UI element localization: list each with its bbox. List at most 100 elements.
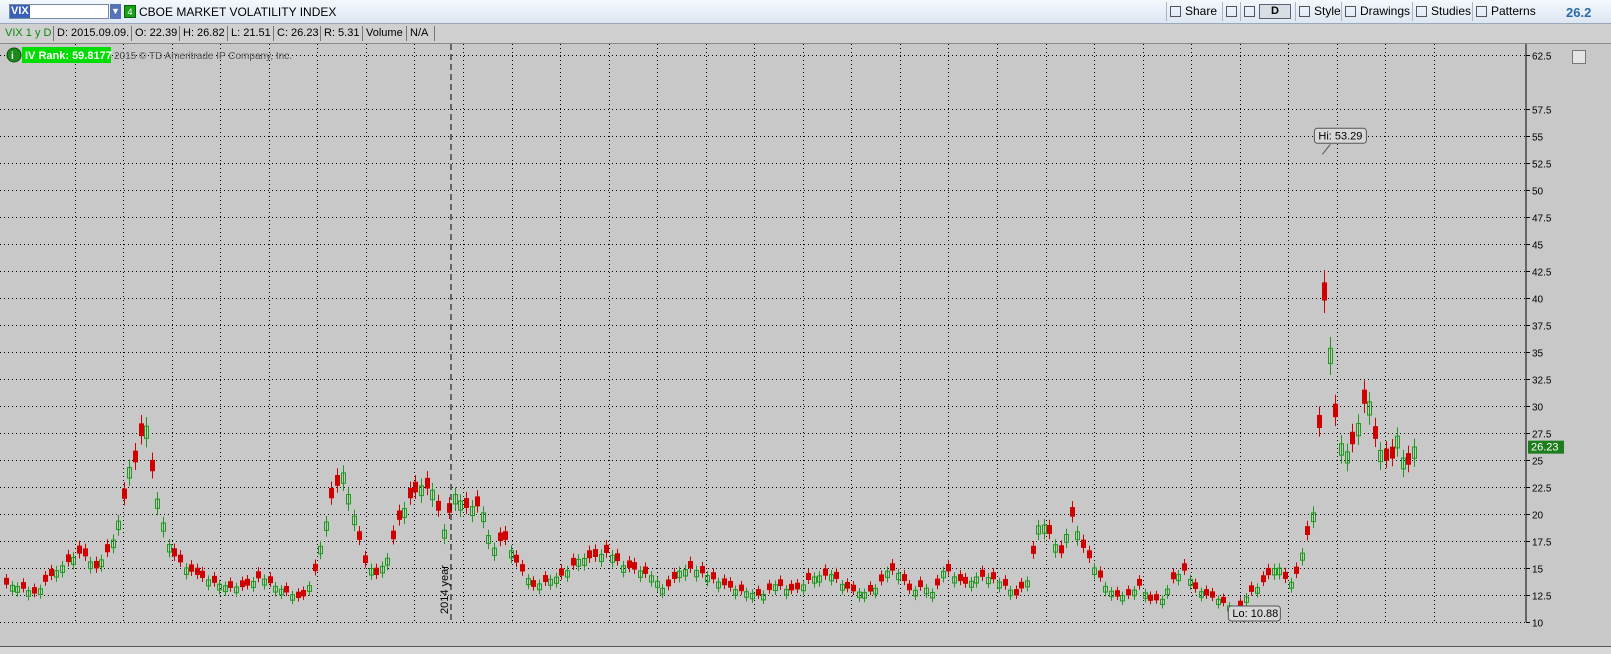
candle-body <box>1031 545 1036 554</box>
candle-body <box>1384 448 1389 461</box>
share-icon <box>1170 6 1181 17</box>
drawings-button[interactable]: Drawings <box>1341 2 1413 21</box>
y-tick-label: 57.5 <box>1532 106 1552 117</box>
candle-body <box>531 580 536 587</box>
candle-body <box>4 577 9 585</box>
drawings-label: Drawings <box>1360 4 1411 18</box>
candle-body <box>543 575 548 582</box>
candle-body <box>1171 572 1176 580</box>
candle-body <box>728 580 733 588</box>
candle-body <box>228 581 233 588</box>
candle-body <box>902 574 907 582</box>
candle-body <box>890 563 895 571</box>
candle-body <box>212 575 217 583</box>
candle-body <box>498 532 503 542</box>
hi-label: Hi: 53.29 <box>1318 130 1362 142</box>
open-label: O: 22.39 <box>132 26 180 41</box>
candle-body <box>643 566 648 574</box>
candle-body <box>1322 282 1327 301</box>
candle-body <box>1137 578 1142 586</box>
last-price: 26.2 <box>1566 5 1592 20</box>
candle-body <box>83 548 88 557</box>
candle-body <box>1019 581 1024 589</box>
candle-body <box>1249 585 1254 592</box>
candle-body <box>189 564 194 572</box>
studies-button[interactable]: Studies <box>1412 2 1474 21</box>
style-button[interactable]: Style <box>1295 2 1344 21</box>
wrench-icon <box>1244 6 1255 17</box>
volume-label: Volume <box>363 26 407 41</box>
candle-body <box>77 545 82 554</box>
studies-label: Studies <box>1431 4 1472 18</box>
candle-body <box>1193 582 1198 590</box>
patterns-button[interactable]: Patterns <box>1472 2 1539 21</box>
y-axis: 10 12.5 15 17.5 20 22.5 25 27.5 30 32.5 35 37.5 40 42… <box>1526 52 1552 630</box>
candle-body <box>587 550 592 559</box>
candle-body <box>1115 590 1120 597</box>
candle-body <box>1154 594 1159 601</box>
candle-body <box>21 582 26 589</box>
candle-body <box>172 548 177 557</box>
top-toolbar: VIX ▼ 4 CBOE MARKET VOLATILITY INDEX Sha… <box>0 0 1611 24</box>
plot-area <box>0 44 1525 622</box>
period-label[interactable]: VIX 1 y D <box>2 26 54 41</box>
candle-body <box>834 571 839 579</box>
y-tick-label: 17.5 <box>1532 538 1552 549</box>
y-tick-label: 40 <box>1532 295 1544 306</box>
price-badge-label: 26.23 <box>1531 442 1559 454</box>
symbol-link-badge[interactable]: 4 <box>124 5 136 18</box>
y-tick-label: 30 <box>1532 403 1544 414</box>
candle-body <box>200 570 205 578</box>
candle-body <box>475 496 480 507</box>
candle-body <box>329 487 334 499</box>
candle-body <box>150 459 155 472</box>
candle-body <box>1003 578 1008 586</box>
share-button[interactable]: Share <box>1166 2 1220 21</box>
candle-body <box>1014 589 1019 596</box>
candle-body <box>245 578 250 586</box>
gear-button[interactable] <box>1222 2 1239 21</box>
copyright-label: 2015 © TD Ameritrade IP Company, Inc. <box>114 51 292 62</box>
close-label: C: 26.23 <box>274 26 321 41</box>
candle-body <box>672 571 677 580</box>
candle-body <box>795 582 800 590</box>
patterns-label: Patterns <box>1491 4 1536 18</box>
candle-body <box>43 574 48 582</box>
candle-body <box>1317 414 1322 429</box>
candle-body <box>632 562 637 570</box>
candle-body <box>991 572 996 580</box>
y-tick-label: 62.5 <box>1532 52 1552 63</box>
price-chart[interactable]: 10 12.5 15 17.5 20 22.5 25 27.5 30 32.5 35 37.5 40 42… <box>0 44 1611 644</box>
candle-body <box>240 580 245 588</box>
symbol-input[interactable]: VIX <box>9 4 109 19</box>
candle-body <box>1059 545 1064 554</box>
info-icon: i <box>11 51 14 62</box>
candle-body <box>868 584 873 592</box>
candle-body <box>1261 575 1266 583</box>
candle-body <box>133 450 138 463</box>
candle-body <box>1210 591 1215 598</box>
candle-body <box>374 567 379 575</box>
candle-body <box>958 574 963 582</box>
candle-body <box>301 590 306 597</box>
candle-body <box>980 569 985 577</box>
candle-body <box>711 572 716 580</box>
candle-body <box>1098 570 1103 578</box>
candle-body <box>268 576 273 584</box>
candle-body <box>1204 589 1209 596</box>
wrench-button[interactable] <box>1240 2 1257 21</box>
y-tick-label: 32.5 <box>1532 376 1552 387</box>
candle-body <box>514 554 519 563</box>
candle-body <box>284 585 289 593</box>
candle-body <box>1283 571 1288 579</box>
y-tick-label: 47.5 <box>1532 214 1552 225</box>
iv-rank-badge[interactable]: i IV Rank: 59.8177 <box>6 47 112 63</box>
candle-body <box>1266 567 1271 576</box>
candle-body <box>1081 539 1086 548</box>
candle-body <box>907 583 912 591</box>
aggregation-button[interactable]: D <box>1259 4 1291 19</box>
symbol-dropdown-button[interactable]: ▼ <box>110 4 121 19</box>
candle-body <box>195 567 200 575</box>
candle-body <box>413 481 418 493</box>
candle-body <box>604 544 609 553</box>
